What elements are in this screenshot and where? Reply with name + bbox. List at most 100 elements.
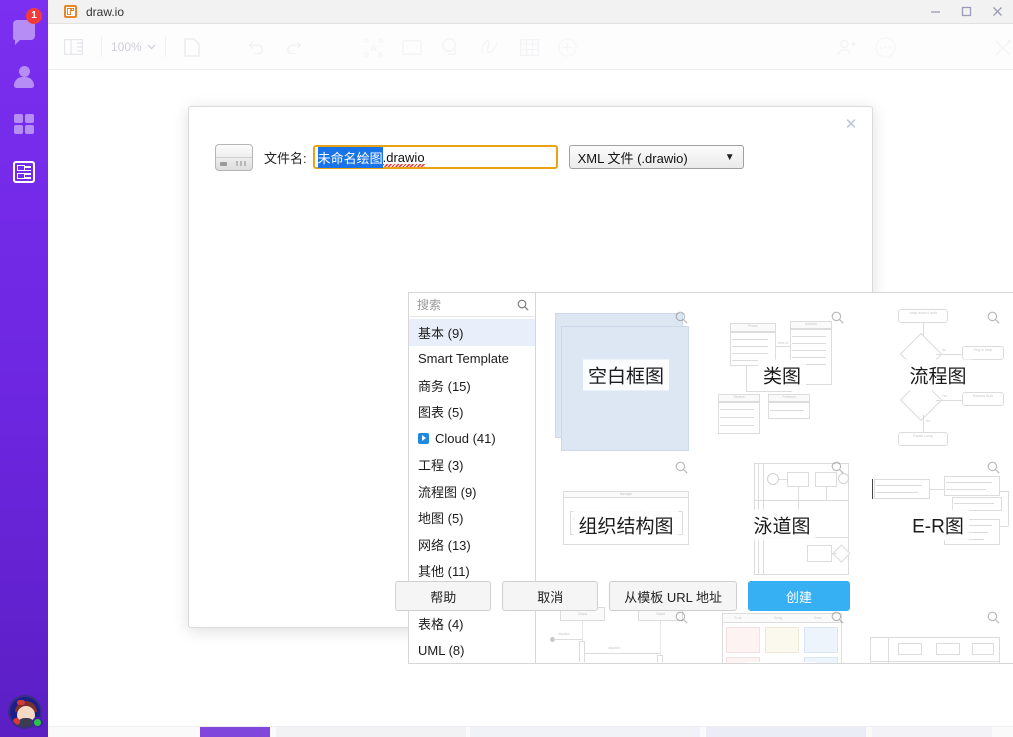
category-item[interactable]: 地图 (5) bbox=[409, 505, 535, 532]
template-label: Simple bbox=[748, 662, 816, 663]
template-label: Cross- bbox=[905, 662, 971, 663]
left-rail: 1 bbox=[0, 0, 48, 737]
ellipse-icon[interactable] bbox=[441, 38, 461, 56]
filename-label: 文件名: bbox=[264, 148, 307, 167]
category-item[interactable]: 流程图 (9) bbox=[409, 478, 535, 505]
redo-arrow-icon[interactable] bbox=[284, 40, 302, 54]
messages-badge: 1 bbox=[26, 8, 42, 24]
category-label: UML (8) bbox=[418, 643, 464, 658]
taskbar-item bbox=[200, 727, 270, 737]
template-tile[interactable]: 空白框图 bbox=[550, 301, 702, 449]
rail-item-drawio[interactable] bbox=[0, 148, 48, 196]
magnifier-icon[interactable] bbox=[987, 311, 1000, 324]
template-label: 空白框图 bbox=[583, 360, 669, 391]
category-label: 流程图 (9) bbox=[418, 482, 477, 501]
taskbar-item bbox=[470, 727, 700, 737]
rectangle-icon[interactable] bbox=[402, 40, 422, 55]
template-tile[interactable]: Lamp doesn't workNoPlug in lampYesReplac… bbox=[862, 301, 1013, 449]
zoom-level-value: 100% bbox=[111, 40, 142, 54]
close-icon[interactable]: ✕ bbox=[842, 116, 860, 134]
from-template-url-button[interactable]: 从模板 URL 地址 bbox=[609, 581, 737, 611]
filetype-value: XML 文件 (.drawio) bbox=[578, 148, 688, 167]
close-button[interactable] bbox=[982, 0, 1013, 24]
rail-item-contacts[interactable] bbox=[0, 52, 48, 100]
template-tile[interactable]: PersonAddresslives atStudentProfessor类图 bbox=[706, 301, 858, 449]
avatar[interactable] bbox=[8, 695, 42, 729]
create-button[interactable]: 创建 bbox=[748, 581, 850, 611]
ellipsis-circle-icon[interactable] bbox=[875, 37, 896, 58]
minimize-button[interactable] bbox=[920, 0, 951, 24]
magnifier-icon[interactable] bbox=[675, 461, 688, 474]
plus-circle-icon[interactable] bbox=[558, 38, 577, 57]
window-title: draw.io bbox=[86, 5, 124, 19]
os-taskbar bbox=[0, 726, 1013, 737]
template-label: 类图 bbox=[758, 360, 806, 391]
filename-row: 文件名: 未命名绘图.drawio XML 文件 (.drawio) ▼ bbox=[215, 140, 850, 174]
template-tile[interactable]: Cross- bbox=[862, 601, 1013, 663]
rail-item-messages[interactable]: 1 bbox=[0, 6, 48, 54]
svg-text:A: A bbox=[370, 43, 377, 54]
magnifier-icon[interactable] bbox=[987, 611, 1000, 624]
filename-input[interactable]: 未命名绘图.drawio bbox=[313, 145, 558, 169]
search-row[interactable] bbox=[409, 293, 535, 317]
wand-pencil-icon[interactable] bbox=[993, 37, 1013, 58]
filetype-select[interactable]: XML 文件 (.drawio) ▼ bbox=[569, 145, 744, 169]
title-bar: draw.io bbox=[48, 0, 1013, 24]
search-input[interactable] bbox=[415, 297, 515, 313]
template-tile[interactable]: E-R图 bbox=[862, 451, 1013, 599]
category-label: 网络 (13) bbox=[418, 535, 471, 554]
category-label: 商务 (15) bbox=[418, 376, 471, 395]
category-label: 地图 (5) bbox=[418, 508, 464, 527]
toolbar-left-group: 100% bbox=[64, 24, 302, 70]
page-icon[interactable] bbox=[184, 38, 200, 57]
category-item[interactable]: 网络 (13) bbox=[409, 531, 535, 558]
template-label: Sequence bbox=[578, 662, 674, 663]
template-label: 组织结构图 bbox=[573, 510, 678, 541]
category-label: 基本 (9) bbox=[418, 323, 464, 342]
category-item[interactable]: UML (8) bbox=[409, 637, 535, 663]
undo-arrow-icon[interactable] bbox=[248, 40, 266, 54]
table-grid-icon[interactable] bbox=[520, 39, 539, 56]
add-person-icon[interactable] bbox=[837, 39, 859, 56]
magnifier-icon[interactable] bbox=[831, 461, 844, 474]
online-status-dot bbox=[32, 717, 43, 728]
cancel-button[interactable]: 取消 bbox=[502, 581, 598, 611]
text-box-icon[interactable]: A bbox=[364, 38, 383, 57]
category-item[interactable]: Cloud (41) bbox=[409, 425, 535, 452]
help-button[interactable]: 帮助 bbox=[395, 581, 491, 611]
toolbar-center-group: A bbox=[364, 24, 577, 70]
filename-extension-text: .drawio bbox=[383, 150, 425, 165]
new-diagram-dialog: ✕ 文件名: 未命名绘图.drawio XML 文件 (.drawio) ▼ 基… bbox=[188, 106, 873, 628]
panel-layout-icon[interactable] bbox=[64, 39, 83, 55]
taskbar-item bbox=[872, 727, 992, 737]
category-item[interactable]: 商务 (15) bbox=[409, 372, 535, 399]
category-item[interactable]: 图表 (5) bbox=[409, 399, 535, 426]
taskbar-item bbox=[276, 727, 466, 737]
chevron-down-icon: ▼ bbox=[725, 152, 735, 163]
template-label: E-R图 bbox=[907, 510, 969, 541]
hard-drive-icon bbox=[215, 144, 253, 171]
category-item[interactable]: 基本 (9) bbox=[409, 319, 535, 346]
toolbar-right-group bbox=[837, 24, 896, 70]
zoom-level-select[interactable]: 100% bbox=[101, 37, 166, 57]
category-item[interactable]: Smart Template bbox=[409, 346, 535, 373]
drawio-icon bbox=[64, 5, 77, 18]
rail-item-apps[interactable] bbox=[0, 100, 48, 148]
category-label: 图表 (5) bbox=[418, 402, 464, 421]
category-item[interactable]: 工程 (3) bbox=[409, 452, 535, 479]
filename-selected-text: 未命名绘图 bbox=[318, 147, 383, 168]
template-label: 流程图 bbox=[904, 360, 971, 391]
maximize-button[interactable] bbox=[951, 0, 982, 24]
search-icon bbox=[517, 299, 529, 311]
grid-apps-icon bbox=[14, 114, 34, 134]
magnifier-icon[interactable] bbox=[987, 461, 1000, 474]
cloud-play-icon bbox=[418, 433, 429, 444]
magnifier-icon[interactable] bbox=[675, 311, 688, 324]
magnifier-icon[interactable] bbox=[831, 311, 844, 324]
window-controls bbox=[920, 0, 1013, 24]
chevron-down-icon bbox=[147, 44, 156, 50]
category-label: Cloud (41) bbox=[435, 431, 496, 446]
toolbar-right-group-2 bbox=[993, 24, 1013, 70]
scribble-icon[interactable] bbox=[480, 38, 501, 56]
app-root: 1 draw.io bbox=[0, 0, 1013, 737]
